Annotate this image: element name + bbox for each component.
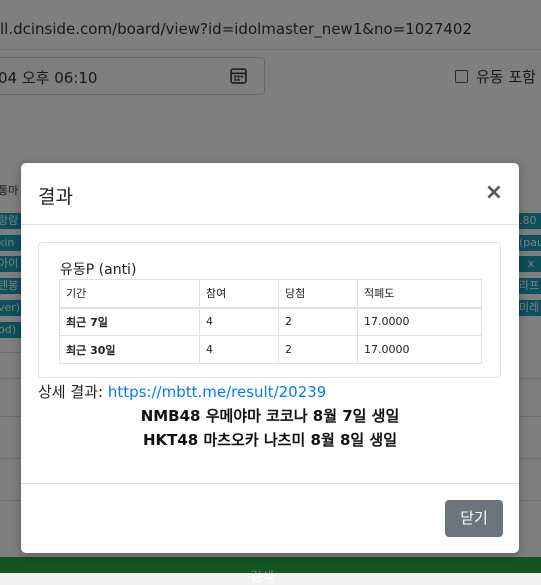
score-cell: 17.0000 — [357, 307, 482, 336]
column-header: 적폐도 — [357, 279, 482, 308]
wins-cell: 2 — [278, 307, 358, 336]
results-table: 기간 참여 당첨 적폐도 최근 7일 4 2 17.0000 최근 30일 4 … — [59, 279, 482, 364]
modal-footer-divider — [21, 483, 519, 484]
result-card: 유동P (anti) 기간 참여 당첨 적폐도 최근 7일 4 2 17.000… — [38, 242, 501, 378]
column-header: 기간 — [59, 279, 200, 308]
table-header-row: 기간 참여 당첨 적폐도 — [59, 279, 482, 308]
close-button[interactable]: 닫기 — [445, 500, 503, 537]
period-cell: 최근 7일 — [59, 307, 200, 336]
detail-result: 상세 결과: https://mbtt.me/result/20239 — [38, 381, 326, 402]
score-cell: 17.0000 — [357, 335, 482, 364]
participation-cell: 4 — [199, 335, 279, 364]
detail-link[interactable]: https://mbtt.me/result/20239 — [108, 383, 327, 401]
wins-cell: 2 — [278, 335, 358, 364]
close-icon[interactable]: × — [484, 181, 504, 205]
table-row: 최근 30일 4 2 17.0000 — [59, 335, 482, 364]
card-title: 유동P (anti) — [60, 262, 137, 278]
birthday-line: HKT48 마츠오카 나츠미 8월 8일 생일 — [142, 431, 398, 449]
modal-title: 결과 — [38, 186, 73, 208]
column-header: 참여 — [199, 279, 279, 308]
column-header: 당첨 — [278, 279, 358, 308]
birthday-line: NMB48 우메야마 코코나 8월 7일 생일 — [140, 407, 400, 425]
table-row: 최근 7일 4 2 17.0000 — [59, 307, 482, 336]
result-modal: 결과 × 유동P (anti) 기간 참여 당첨 적폐도 최근 7일 4 2 1… — [21, 163, 519, 553]
detail-label: 상세 결과: — [38, 383, 104, 401]
modal-header: 결과 × — [21, 163, 519, 225]
period-cell: 최근 30일 — [59, 335, 200, 364]
participation-cell: 4 — [199, 307, 279, 336]
